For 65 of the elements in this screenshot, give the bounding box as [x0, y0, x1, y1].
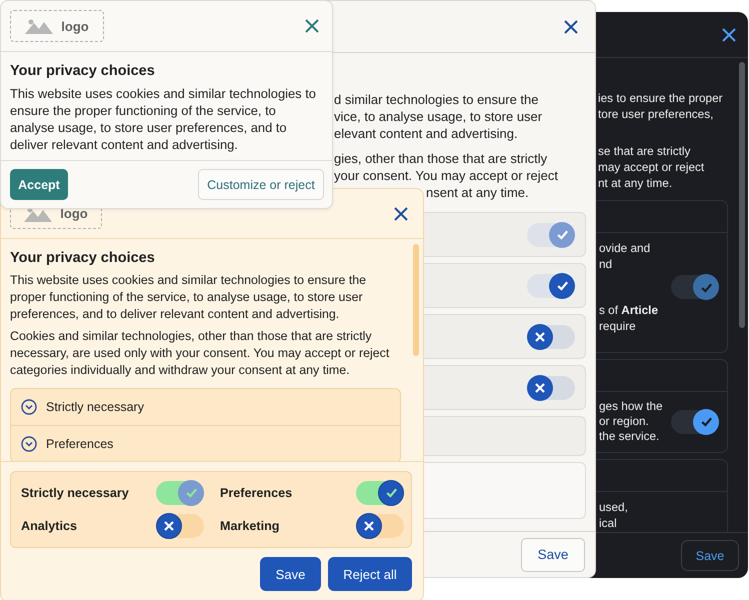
description-text: This website uses cookies and similar technologies to ensure the proper functioning of the service, to analyse usage, to store user preferences, and to deliver relevant content and advertising. [10, 85, 317, 153]
customize-button[interactable]: Customize or reject [198, 169, 324, 200]
dialog-button[interactable]: Save [260, 557, 321, 591]
toggle-switch[interactable] [527, 324, 575, 348]
check-icon [184, 486, 198, 500]
text-line: d similar technologies to ensure the [334, 91, 540, 108]
check-icon [556, 279, 568, 292]
toggle-switch[interactable] [527, 274, 575, 298]
text-line: nd [599, 256, 614, 272]
category-label: Strictly necessary [21, 486, 129, 500]
check-icon [700, 280, 712, 294]
check-icon [556, 228, 568, 241]
toggle-switch[interactable] [527, 376, 575, 400]
cross-icon [534, 330, 546, 342]
dialog-button[interactable]: Reject all [328, 557, 412, 591]
text-line: s of Article [599, 302, 660, 318]
accept-button[interactable]: Accept [10, 169, 68, 200]
close-icon[interactable] [564, 20, 578, 34]
toggle-switch[interactable] [671, 410, 719, 434]
toggle-switch[interactable] [356, 514, 404, 538]
text-line: your consent. You may accept or reject [334, 167, 560, 184]
chevron-icon [21, 436, 37, 452]
text-line: elevant content and advertising. [334, 125, 519, 142]
check-icon [384, 486, 398, 500]
text-line: ovide and [599, 240, 652, 256]
text-line: ical [599, 515, 618, 531]
scrollbar[interactable] [739, 62, 745, 328]
save-button[interactable]: Save [681, 540, 739, 571]
toggle-switch[interactable] [156, 514, 204, 538]
category-label: Marketing [220, 519, 280, 534]
accordion-item[interactable]: Preferences [11, 425, 400, 461]
save-button[interactable]: Save [521, 538, 585, 572]
close-icon[interactable] [305, 19, 319, 33]
scrollbar[interactable] [413, 244, 419, 356]
text-line: gies, other than those that are strictly [334, 150, 548, 167]
category-label: Preferences [220, 486, 292, 500]
cross-icon [363, 520, 375, 532]
text-line: ies to ensure the proper [598, 90, 724, 106]
logo-text: logo [60, 206, 88, 221]
text-line: nsent at any time. [426, 184, 530, 201]
check-icon [700, 415, 712, 428]
text-line: may accept or reject [598, 159, 706, 175]
cross-icon [163, 520, 175, 532]
accordion-item[interactable]: Strictly necessary [11, 389, 400, 425]
text-line: vice, to analyse usage, to store user [334, 108, 544, 125]
close-icon[interactable] [722, 28, 736, 42]
dialog-title: Your privacy choices [10, 62, 156, 80]
text-line: ges how the [599, 399, 664, 414]
chevron-icon [21, 399, 37, 415]
text-line: the service. [599, 429, 660, 444]
text-line: nt at any time. [598, 175, 674, 191]
toggle-switch[interactable] [356, 480, 404, 505]
image-icon [25, 18, 54, 34]
dialog-title: Your privacy choices [10, 249, 156, 267]
text-line: used, [599, 499, 629, 515]
description-text: This website uses cookies and similar technologies to ensure the proper functioning of the service, to analyse usage, to store user preferences, and to deliver relevant content and advertising. [10, 272, 368, 323]
text-line: se that are strictly [598, 143, 692, 159]
text-line: tore user preferences, [598, 106, 714, 122]
text-line: require [599, 318, 637, 334]
cross-icon [534, 382, 546, 394]
text-line: or region. [599, 414, 650, 429]
close-icon[interactable] [394, 206, 408, 220]
logo-text: logo [61, 18, 89, 34]
category-label: Analytics [21, 519, 77, 534]
description-text: Cookies and similar technologies, other than those that are strictly necessary, are used only with your consent. You may accept or reject categories individually and withdraw your consent at any time. [10, 328, 390, 379]
